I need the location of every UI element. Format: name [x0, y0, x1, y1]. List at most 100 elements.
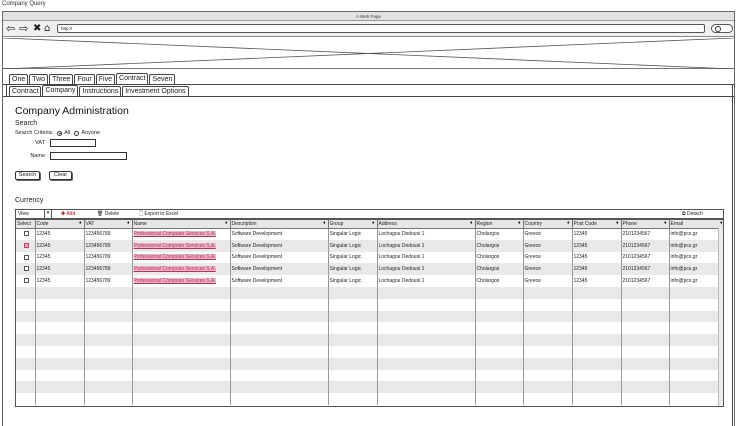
cell-name[interactable]	[132, 345, 231, 358]
cell-name[interactable]	[132, 357, 231, 370]
company-name-link[interactable]: Professional Computer Services S.A.	[133, 231, 216, 238]
radio-anyone[interactable]: Anyone	[74, 130, 100, 136]
column-header-code[interactable]: Code ♦	[35, 220, 85, 229]
export-button[interactable]: 🗋 Export to Excel	[139, 210, 178, 218]
forward-arrow-icon[interactable]: ⇨	[19, 22, 28, 35]
tab-seven[interactable]: Seven	[149, 74, 176, 84]
radio-all-dot[interactable]	[57, 130, 63, 136]
cell-code	[35, 345, 85, 358]
cell-email	[669, 334, 723, 346]
row-checkbox[interactable]	[24, 266, 29, 272]
cell-email	[669, 286, 723, 299]
company-name-link[interactable]: Professional Computer Services S.A.	[133, 242, 216, 249]
chevron-down-icon[interactable]: ▾	[44, 209, 52, 218]
cell-name[interactable]: Professional Computer Services S.A.	[132, 251, 231, 264]
table-row[interactable]: 12345 123456789 Professional Computer Serv…	[16, 251, 723, 264]
sort-icon: ♦	[517, 220, 521, 226]
column-header-phone[interactable]: Phone ♦	[621, 220, 670, 229]
cell-name[interactable]	[132, 334, 231, 346]
empty-row	[16, 381, 723, 394]
cell-name[interactable]	[132, 381, 231, 394]
cell-vat	[84, 369, 133, 382]
column-header-select[interactable]: Select	[16, 220, 36, 229]
subtab-instructions[interactable]: Instructions	[79, 86, 122, 96]
url-field[interactable]: http://	[57, 24, 705, 33]
tab-one[interactable]: One	[9, 74, 29, 84]
currency-heading: Currency	[15, 197, 44, 204]
cell-description	[230, 369, 329, 382]
cell-phone	[621, 381, 670, 394]
row-checkbox[interactable]	[24, 231, 29, 237]
cell-vat: 123456789	[84, 263, 133, 276]
table-row[interactable]: 12345 123456789 Professional Computer Serv…	[16, 275, 723, 287]
cell-name[interactable]	[132, 393, 231, 405]
table-row[interactable]: 12345 123456789 Professional Computer Serv…	[16, 239, 723, 252]
table-row[interactable]: 12345 123456789 Professional Computer Serv…	[16, 228, 723, 240]
detach-button[interactable]: ⧉ Detach	[682, 210, 703, 218]
subtab-investment-options[interactable]: Investment Options	[122, 86, 189, 96]
cell-name[interactable]	[132, 298, 231, 311]
cell-description	[230, 286, 329, 299]
tab-contract[interactable]: Contract	[116, 73, 149, 84]
cell-post-code	[572, 381, 622, 394]
cell-group	[328, 322, 378, 335]
tab-five[interactable]: Five	[95, 74, 116, 84]
column-header-description[interactable]: Description ♦	[230, 220, 329, 229]
cell-group	[328, 369, 378, 382]
cell-region	[475, 393, 524, 405]
table-row[interactable]: 12345 123456789 Professional Computer Serv…	[16, 263, 723, 276]
add-button[interactable]: ✚ Add	[61, 210, 75, 218]
cell-name[interactable]	[132, 286, 231, 299]
cell-group	[328, 381, 378, 394]
vat-field[interactable]	[50, 139, 96, 147]
clear-button[interactable]: Clear	[49, 171, 72, 180]
column-header-country[interactable]: Country ♦	[523, 220, 573, 229]
cell-name[interactable]: Professional Computer Services S.A.	[132, 228, 231, 240]
cell-name[interactable]: Professional Computer Services S.A.	[132, 275, 231, 287]
column-header-post-code[interactable]: Post Code ♦	[572, 220, 622, 229]
delete-button[interactable]: 🗑 Delete	[97, 210, 119, 218]
cell-post-code	[572, 334, 622, 346]
column-header-vat[interactable]: VAT ♦	[84, 220, 133, 229]
cell-post-code: 12345	[572, 228, 622, 240]
tab-two[interactable]: Two	[29, 74, 49, 84]
name-field[interactable]	[50, 152, 127, 160]
close-icon[interactable]: ✖	[33, 22, 41, 35]
cell-name[interactable]	[132, 322, 231, 335]
select-cell	[16, 251, 36, 264]
search-button[interactable]: Search	[15, 171, 40, 180]
cell-name[interactable]	[132, 310, 231, 323]
cell-code	[35, 357, 85, 370]
tab-three[interactable]: Three	[49, 74, 74, 84]
app-caption: Company Query	[2, 1, 46, 7]
radio-anyone-dot[interactable]	[74, 130, 80, 136]
back-arrow-icon[interactable]: ⇦	[6, 22, 15, 35]
column-header-group[interactable]: Group ♦	[328, 220, 378, 229]
tab-four[interactable]: Four	[74, 74, 95, 84]
cell-name[interactable]: Professional Computer Services S.A.	[132, 239, 231, 252]
company-name-link[interactable]: Professional Computer Services S.A.	[133, 266, 216, 273]
cell-country: Greece	[523, 275, 573, 287]
column-header-name[interactable]: Name ♦	[132, 220, 231, 229]
column-header-email[interactable]: Email ♦	[669, 220, 723, 229]
cell-region	[475, 334, 524, 346]
row-checkbox[interactable]	[24, 254, 29, 260]
cell-region: Cholargos	[475, 228, 524, 240]
search-icon[interactable]	[711, 24, 733, 33]
home-icon[interactable]: ⌂	[44, 22, 50, 35]
view-select[interactable]: View ▾	[16, 209, 52, 218]
grid-scrollbar[interactable]	[718, 228, 723, 406]
cell-name[interactable]	[132, 369, 231, 382]
company-name-link[interactable]: Professional Computer Services S.A.	[133, 254, 216, 261]
radio-all[interactable]: All	[57, 130, 70, 136]
row-checkbox[interactable]	[24, 278, 29, 284]
subtab-contract[interactable]: Contract	[9, 86, 42, 96]
cell-name[interactable]: Professional Computer Services S.A.	[132, 263, 231, 276]
column-header-region[interactable]: Region ♦	[475, 220, 524, 229]
company-name-link[interactable]: Professional Computer Services S.A.	[133, 278, 216, 285]
subtab-company[interactable]: Company	[42, 85, 79, 96]
row-checkbox[interactable]	[24, 242, 29, 248]
column-header-address[interactable]: Address ♦	[377, 220, 476, 229]
cell-phone	[621, 322, 670, 335]
cell-description: Software Development	[230, 239, 329, 252]
